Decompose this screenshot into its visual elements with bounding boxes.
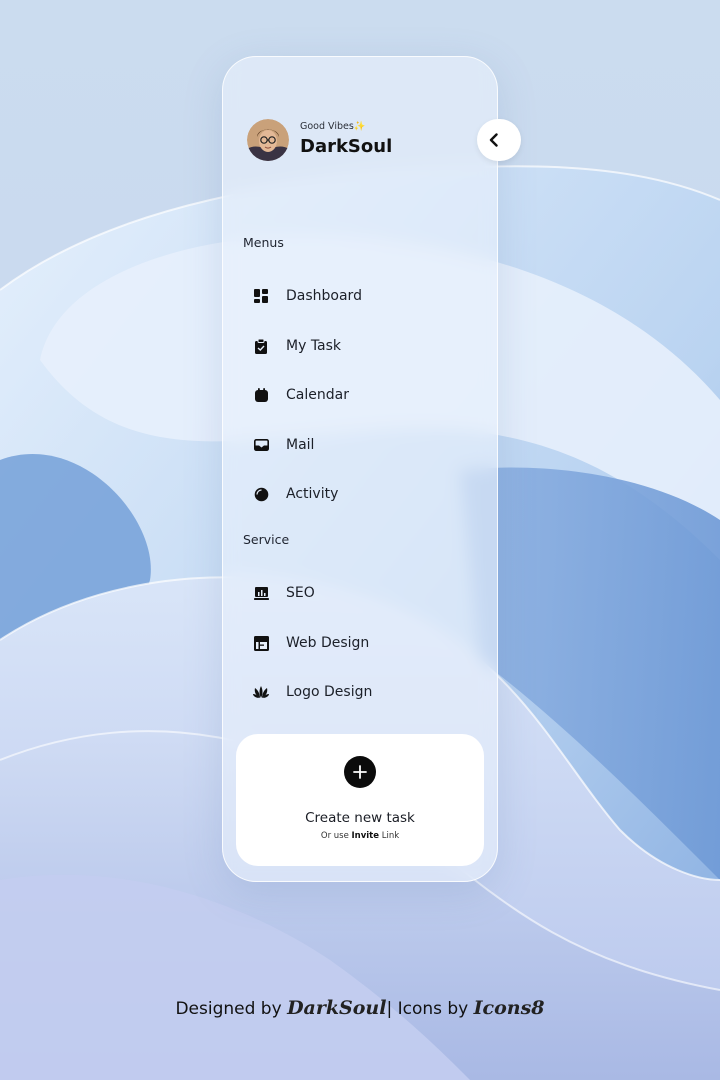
sidebar-item-label: Logo Design xyxy=(286,684,373,700)
sidebar-item-label: SEO xyxy=(286,585,315,601)
invite-link[interactable]: Invite xyxy=(352,831,380,841)
icons-by-label: Icons by xyxy=(397,999,469,1019)
sidebar-item-label: Dashboard xyxy=(286,288,362,304)
sidebar-item-seo[interactable]: SEO xyxy=(243,573,479,613)
create-task-card[interactable]: Create new task Or use Invite Link xyxy=(236,734,484,866)
sparkle-icon: ✨ xyxy=(353,121,366,132)
invite-suffix: Link xyxy=(379,831,400,841)
greeting-text: Good Vibes xyxy=(300,121,354,132)
sidebar-item-my-task[interactable]: My Task xyxy=(243,326,479,366)
web-design-icon xyxy=(252,634,270,652)
icon-source-name: Icons8 xyxy=(473,997,545,1019)
username: DarkSoul xyxy=(300,136,393,157)
designed-by-label: Designed by xyxy=(175,999,282,1019)
create-task-title: Create new task xyxy=(305,810,415,826)
mail-icon xyxy=(252,436,270,454)
avatar[interactable] xyxy=(247,119,289,161)
sidebar-item-activity[interactable]: Activity xyxy=(243,474,479,514)
logo-design-icon xyxy=(252,683,270,701)
invite-link-text: Or use Invite Link xyxy=(236,831,484,841)
service-section-label: Service xyxy=(243,532,290,547)
sidebar-item-label: Calendar xyxy=(286,387,349,403)
clipboard-icon xyxy=(252,337,270,355)
sidebar-item-label: Mail xyxy=(286,437,315,453)
avatar-image xyxy=(247,119,289,161)
sidebar-item-label: Activity xyxy=(286,486,339,502)
sidebar-item-dashboard[interactable]: Dashboard xyxy=(243,276,479,316)
sidebar-item-web-design[interactable]: Web Design xyxy=(243,623,479,663)
sidebar-item-mail[interactable]: Mail xyxy=(243,425,479,465)
designer-name: DarkSoul xyxy=(287,997,387,1019)
sidebar-panel: Good Vibes✨ DarkSoul Menus Dashboard My … xyxy=(222,56,521,882)
sidebar-item-calendar[interactable]: Calendar xyxy=(243,375,479,415)
calendar-icon xyxy=(252,386,270,404)
invite-prefix: Or use xyxy=(320,831,352,841)
sidebar-item-logo-design[interactable]: Logo Design xyxy=(243,672,479,712)
activity-icon xyxy=(252,485,270,503)
credits-footer: Designed by DarkSoul| Icons by Icons8 xyxy=(0,997,720,1019)
sidebar-item-label: My Task xyxy=(286,338,342,354)
menus-section-label: Menus xyxy=(243,235,284,250)
footer-separator: | xyxy=(386,999,393,1019)
sidebar-item-label: Web Design xyxy=(286,635,370,651)
collapse-sidebar-button[interactable] xyxy=(477,119,521,161)
create-task-button[interactable] xyxy=(344,756,376,788)
dashboard-icon xyxy=(252,287,270,305)
chevron-left-icon xyxy=(489,133,498,147)
plus-icon xyxy=(353,765,367,779)
user-profile[interactable]: Good Vibes✨ DarkSoul xyxy=(247,119,392,161)
seo-chart-icon xyxy=(252,584,270,602)
